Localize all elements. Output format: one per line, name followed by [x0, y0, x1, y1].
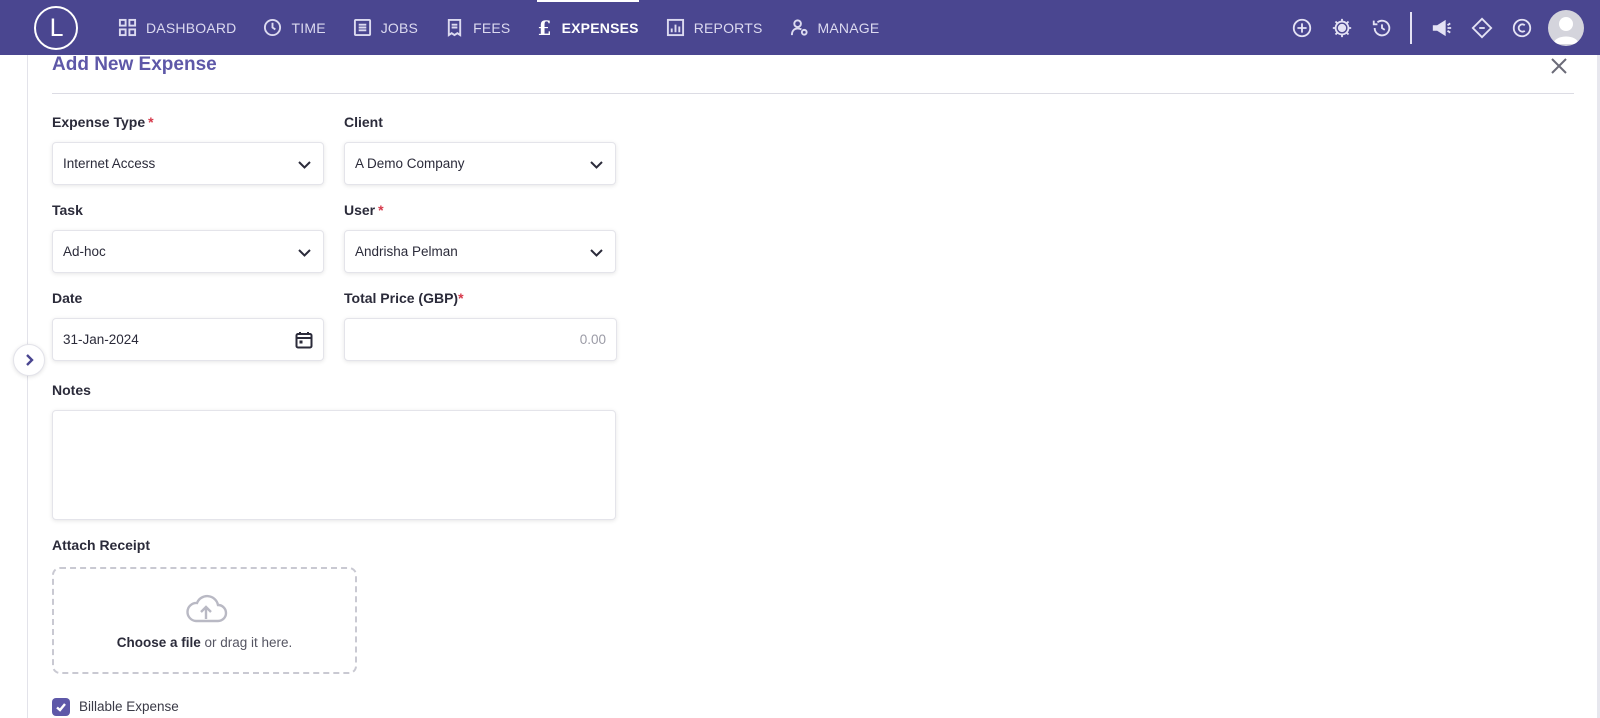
task-label-text: Task — [52, 202, 83, 218]
plus-circle-icon — [1292, 18, 1312, 37]
task-value: Ad-hoc — [63, 244, 106, 259]
receipt-icon — [447, 18, 462, 37]
expense-type-label-text: Expense Type — [52, 114, 146, 130]
date-label-text: Date — [52, 290, 83, 306]
add-button[interactable] — [1290, 16, 1314, 40]
required-mark: * — [148, 114, 154, 130]
nav-fees-label: FEES — [473, 19, 511, 36]
nav-dashboard-label: DASHBOARD — [146, 19, 237, 36]
nav-jobs[interactable]: JOBS — [353, 0, 418, 55]
calendar-icon[interactable] — [294, 330, 314, 350]
check-icon — [56, 703, 66, 712]
expense-type-value: Internet Access — [63, 156, 156, 171]
expense-type-label: Expense Type * — [52, 114, 154, 130]
app-logo[interactable]: L — [34, 6, 78, 50]
required-mark: * — [458, 290, 464, 306]
close-icon — [1551, 58, 1567, 74]
page-title: Add New Expense — [52, 54, 217, 75]
expand-sidebar-button[interactable] — [13, 344, 45, 376]
receipt-dropzone[interactable]: Choose a file or drag it here. — [52, 567, 357, 674]
client-select[interactable]: A Demo Company — [344, 142, 616, 185]
avatar-icon[interactable] — [1548, 9, 1584, 46]
notes-label: Notes — [52, 382, 91, 398]
expense-type-select[interactable]: Internet Access — [52, 142, 324, 185]
chevron-down-icon — [588, 156, 605, 173]
nav-expenses-label: EXPENSES — [561, 19, 639, 36]
diamond-icon — [1471, 17, 1493, 38]
billable-checkbox[interactable] — [52, 698, 70, 716]
dropzone-text: Choose a file or drag it here. — [54, 635, 355, 650]
date-label: Date — [52, 290, 82, 306]
required-mark: * — [378, 202, 384, 218]
chevron-down-icon — [296, 156, 313, 173]
task-select[interactable]: Ad-hoc — [52, 230, 324, 273]
nav-manage[interactable]: MANAGE — [790, 0, 880, 55]
c-badge-button[interactable] — [1510, 16, 1534, 40]
nav-reports-label: REPORTS — [693, 19, 763, 36]
bar-chart-icon — [666, 18, 684, 37]
client-value: A Demo Company — [355, 156, 465, 171]
date-input[interactable]: 31-Jan-2024 — [52, 318, 324, 361]
c-badge-icon — [1512, 18, 1532, 37]
notes-label-text: Notes — [52, 382, 91, 398]
chevron-right-icon — [26, 354, 34, 366]
left-rail — [0, 55, 28, 718]
close-button[interactable] — [1549, 56, 1571, 78]
main-nav: DASHBOARD TIME JOBS FEES £ EXPENSES REPO… — [118, 0, 906, 55]
history-icon — [1372, 19, 1391, 36]
notes-textarea[interactable] — [52, 410, 616, 520]
cloud-upload-icon — [184, 593, 228, 625]
announcements-button[interactable] — [1430, 16, 1454, 40]
total-price-label: Total Price (GBP)* — [344, 290, 464, 306]
integrations-button[interactable] — [1470, 16, 1494, 40]
grid-icon — [118, 18, 137, 37]
user-value: Andrisha Pelman — [355, 244, 458, 259]
attach-receipt-label: Attach Receipt — [52, 537, 150, 553]
chevron-down-icon — [588, 244, 605, 261]
pound-icon: £ — [537, 15, 552, 40]
top-nav-bar: L DASHBOARD TIME JOBS FEES £ EXPENSES RE… — [0, 0, 1600, 55]
user-label: User * — [344, 202, 384, 218]
drag-hint: or drag it here. — [200, 635, 293, 650]
task-label: Task — [52, 202, 83, 218]
client-label: Client — [344, 114, 383, 130]
nav-reports[interactable]: REPORTS — [666, 0, 763, 55]
title-divider — [52, 93, 1574, 94]
date-value: 31-Jan-2024 — [63, 332, 139, 347]
toolbar-divider — [1410, 11, 1412, 44]
list-icon — [353, 18, 371, 37]
choose-file-link[interactable]: Choose a file — [117, 635, 201, 650]
client-label-text: Client — [344, 114, 383, 130]
toolbar-icons — [1274, 0, 1584, 55]
nav-jobs-label: JOBS — [380, 19, 419, 36]
gear-icon — [1332, 18, 1352, 37]
total-price-label-text: Total Price (GBP) — [344, 290, 459, 306]
chevron-down-icon — [296, 244, 313, 261]
nav-expenses[interactable]: £ EXPENSES — [537, 0, 639, 55]
total-price-placeholder: 0.00 — [579, 332, 606, 347]
user-select[interactable]: Andrisha Pelman — [344, 230, 616, 273]
nav-time[interactable]: TIME — [263, 0, 326, 55]
total-price-input[interactable]: 0.00 — [344, 318, 617, 361]
user-label-text: User — [344, 202, 376, 218]
attach-receipt-label-text: Attach Receipt — [52, 537, 151, 553]
user-silhouette — [1553, 16, 1579, 44]
nav-time-label: TIME — [291, 19, 326, 36]
settings-button[interactable] — [1330, 16, 1354, 40]
user-gear-icon — [790, 19, 808, 36]
nav-dashboard[interactable]: DASHBOARD — [118, 0, 236, 55]
clock-icon — [264, 18, 282, 37]
nav-fees[interactable]: FEES — [445, 0, 510, 55]
logo-letter: L — [49, 14, 63, 42]
billable-label[interactable]: Billable Expense — [79, 699, 179, 714]
nav-manage-label: MANAGE — [817, 19, 880, 36]
history-button[interactable] — [1370, 16, 1394, 40]
megaphone-icon — [1432, 19, 1452, 36]
